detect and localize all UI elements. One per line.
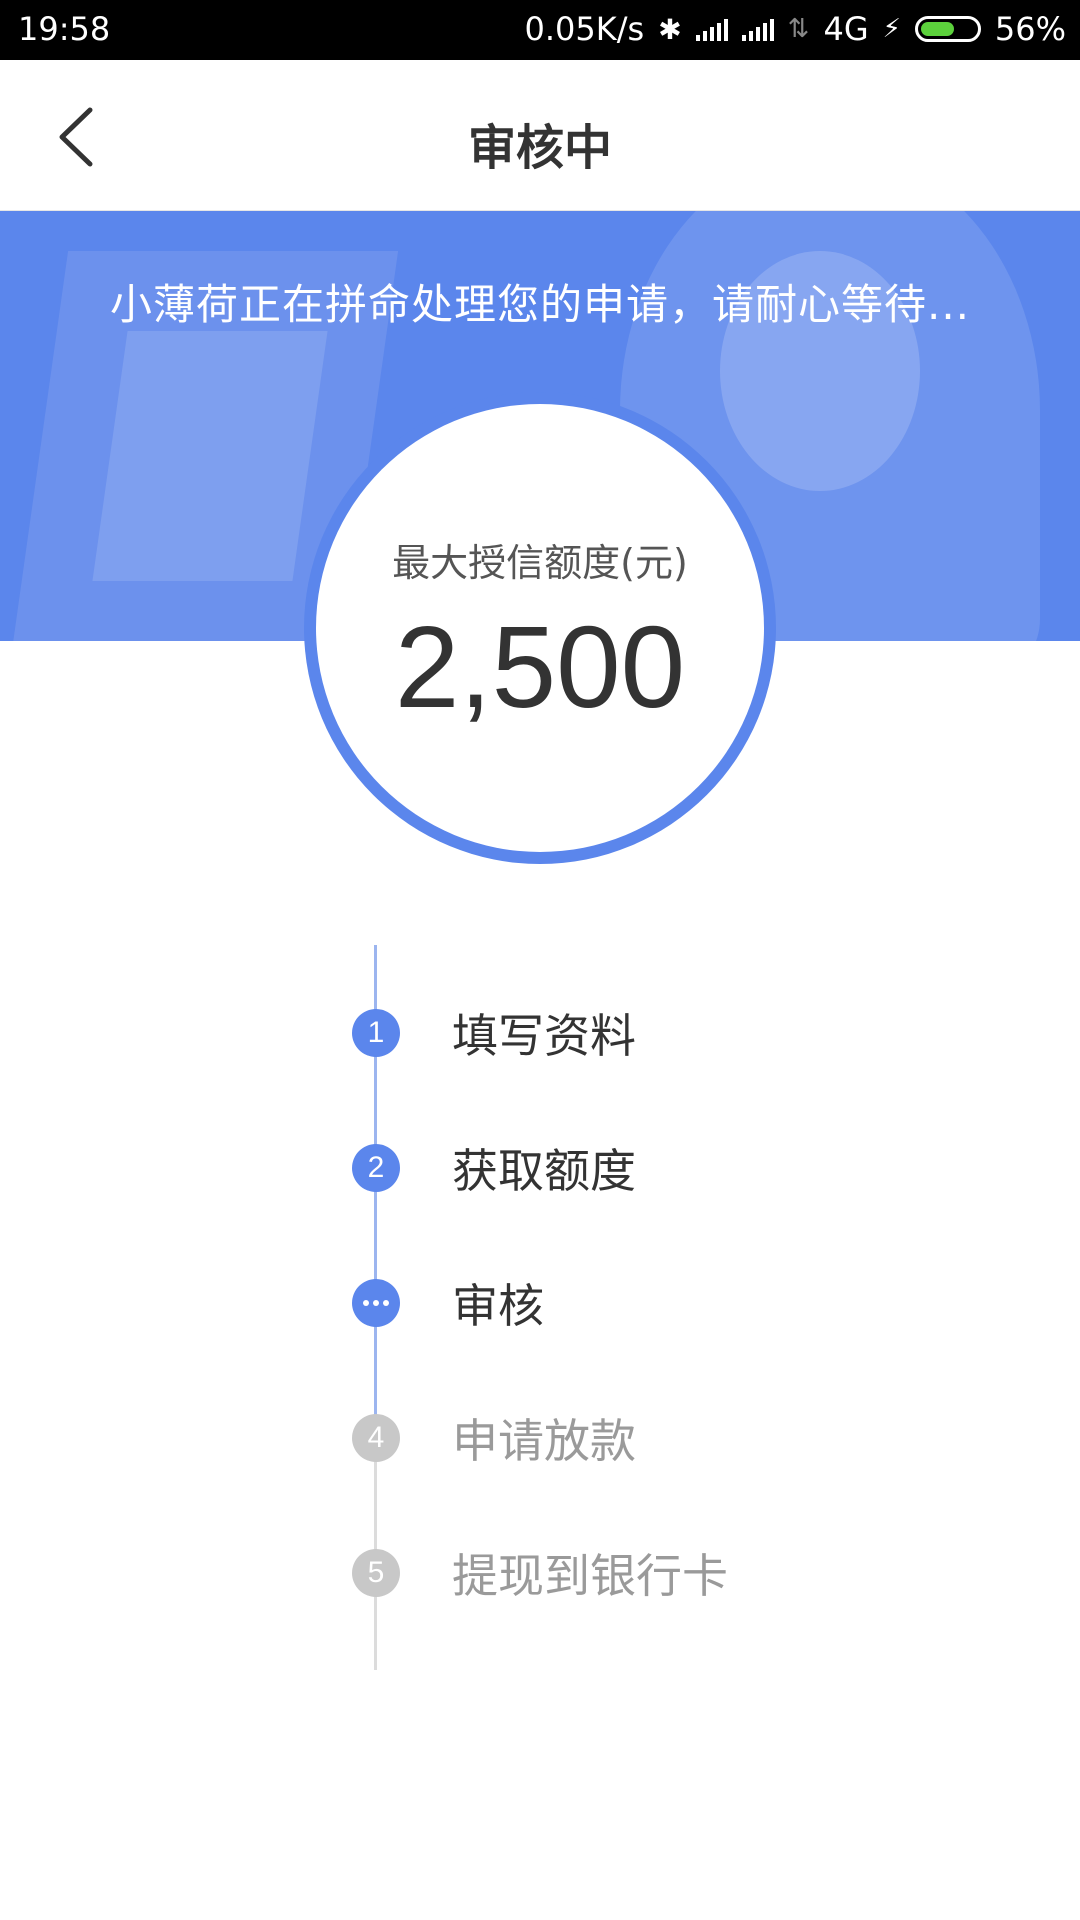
more-dots-icon [352, 1279, 400, 1327]
signal-icon [741, 17, 774, 41]
step-review: 审核 [352, 1273, 544, 1333]
step-label: 申请放款 [452, 1414, 636, 1468]
step-number-badge: 2 [352, 1144, 400, 1192]
credit-limit-card: 最大授信额度(元) 2,500 [316, 404, 764, 852]
step-fill-info: 1 填写资料 [352, 1003, 636, 1063]
signal-icon [695, 17, 728, 41]
data-arrows-icon: ⇅ [787, 14, 810, 44]
step-apply-loan: 4 申请放款 [352, 1408, 636, 1468]
step-number-badge: 5 [352, 1549, 400, 1597]
step-label: 填写资料 [452, 1009, 636, 1063]
bluetooth-icon: ✱ [658, 12, 682, 46]
step-number-badge: 4 [352, 1414, 400, 1462]
banner-photo-monitor-screen [92, 331, 328, 581]
status-icons: 0.05K/s ✱ ⇅ 4G ⚡ 56% [525, 10, 1067, 48]
banner-message: 小薄荷正在拼命处理您的申请，请耐心等待... [109, 280, 971, 329]
status-bar: 19:58 0.05K/s ✱ ⇅ 4G ⚡ 56% [0, 0, 1080, 60]
top-nav-bar: 审核中 [0, 60, 1080, 211]
step-label: 获取额度 [452, 1144, 636, 1198]
step-label: 提现到银行卡 [452, 1549, 728, 1603]
network-speed: 0.05K/s [524, 10, 645, 48]
status-time: 19:58 [18, 10, 111, 48]
network-type: 4G [823, 10, 869, 48]
page-title: 审核中 [467, 120, 612, 176]
credit-limit-label: 最大授信额度(元) [392, 541, 688, 585]
battery-icon [914, 16, 981, 42]
credit-limit-amount: 2,500 [394, 602, 686, 732]
step-label: 审核 [452, 1279, 544, 1333]
battery-percent: 56% [994, 10, 1066, 48]
charging-icon: ⚡ [882, 14, 901, 44]
step-number-badge: 1 [352, 1009, 400, 1057]
credit-limit-circle: 最大授信额度(元) 2,500 [304, 392, 776, 864]
step-get-credit: 2 获取额度 [352, 1138, 636, 1198]
step-withdraw-to-card: 5 提现到银行卡 [352, 1543, 728, 1603]
